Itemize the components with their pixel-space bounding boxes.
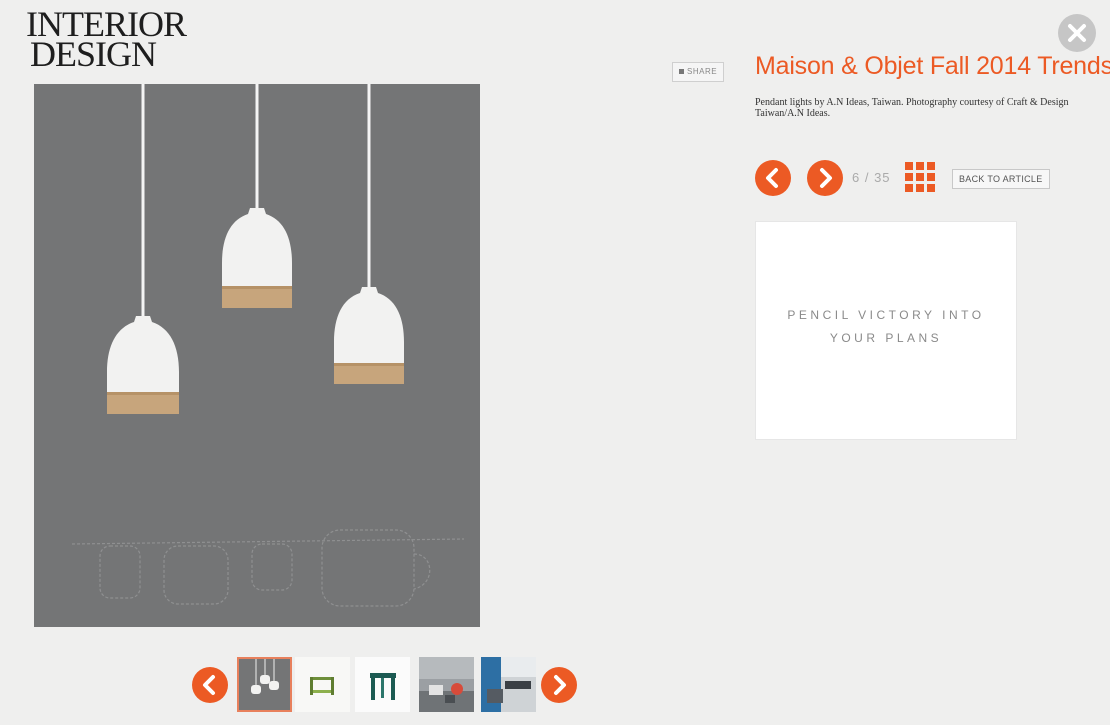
thumbnail-image xyxy=(355,657,410,712)
thumbnail-image xyxy=(239,659,290,710)
gallery-title: Maison & Objet Fall 2014 Trends xyxy=(755,52,1110,80)
previous-image-button[interactable] xyxy=(755,160,791,196)
next-image-button[interactable] xyxy=(807,160,843,196)
image-counter: 6 / 35 xyxy=(852,170,891,185)
share-icon xyxy=(679,69,684,75)
ad-text: PENCIL VICTORY INTO YOUR PLANS xyxy=(756,304,1016,350)
ad-text-line-2: YOUR PLANS xyxy=(829,331,943,345)
thumbnails-previous-button[interactable] xyxy=(192,667,228,703)
thumbnail-image xyxy=(481,657,536,712)
thumbnail-teal-stool[interactable] xyxy=(355,657,410,712)
ad-text-line-1: PENCIL VICTORY INTO xyxy=(787,308,985,322)
thumbnail-image xyxy=(419,657,474,712)
back-to-article-button[interactable]: BACK TO ARTICLE xyxy=(952,169,1050,189)
advertisement[interactable]: PENCIL VICTORY INTO YOUR PLANS xyxy=(755,221,1017,440)
chevron-left-icon xyxy=(203,675,215,695)
image-caption: Pendant lights by A.N Ideas, Taiwan. Pho… xyxy=(755,97,1069,119)
close-icon xyxy=(1068,24,1086,42)
pendant-lights-photo xyxy=(71,84,465,607)
chevron-left-icon xyxy=(766,168,778,188)
thumbnail-room-with-chairs[interactable] xyxy=(419,657,474,712)
interior-design-logo[interactable]: INTERIOR DESIGN xyxy=(26,6,187,71)
main-gallery-image xyxy=(34,84,480,627)
grid-view-button[interactable] xyxy=(905,162,937,194)
thumbnail-office-interior[interactable] xyxy=(481,657,536,712)
share-label: SHARE xyxy=(687,67,718,76)
thumbnails-next-button[interactable] xyxy=(541,667,577,703)
chevron-right-icon xyxy=(820,168,832,188)
chevron-right-icon xyxy=(554,675,566,695)
share-button[interactable]: SHARE xyxy=(672,62,725,82)
close-button[interactable] xyxy=(1058,14,1096,52)
thumbnail-image xyxy=(295,657,350,712)
thumbnail-pendant-lights[interactable] xyxy=(237,657,292,712)
thumbnail-green-side-table[interactable] xyxy=(295,657,350,712)
